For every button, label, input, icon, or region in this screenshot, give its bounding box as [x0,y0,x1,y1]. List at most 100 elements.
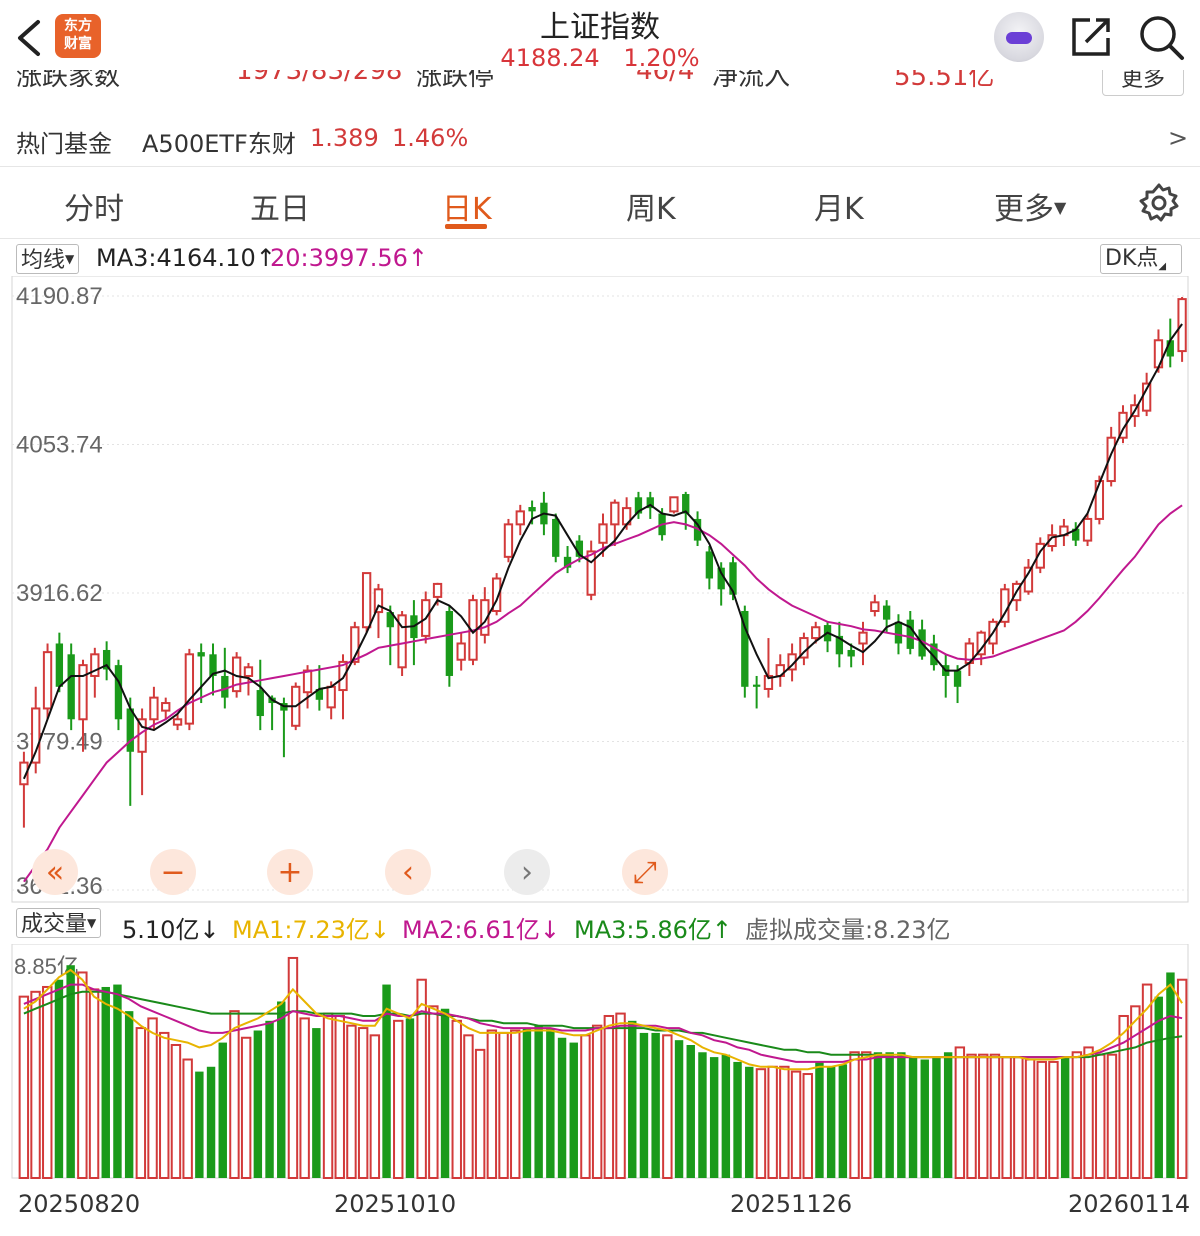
tab-weekly-k[interactable]: 周K [626,184,676,228]
volume-bar-down [651,1032,660,1178]
y-tick-label: 3779.49 [16,729,103,756]
volume-bar-up [287,956,299,1179]
volume-chart[interactable]: 8.85亿 [0,944,1200,1188]
candle-down [67,654,75,720]
candle-up [78,664,88,721]
fund-price: 1.389 [310,124,379,152]
double-left-icon[interactable]: « [32,849,78,895]
volume-bar-up [334,1014,345,1180]
period-tabs: 分时 五日 日K 周K 月K 更多▼ [0,168,1200,238]
candle-up [598,523,608,544]
x-tick-label: 20251126 [730,1190,853,1218]
net-inflow-value: 55.51亿 [894,70,995,92]
y-tick-label: 4053.74 [16,432,103,459]
vol-ma2: MA2:6.61亿↓ [402,916,561,944]
tab-five-day[interactable]: 五日 [250,184,310,228]
volume-bar-down [885,1052,894,1178]
volume-bar-up [779,1065,790,1179]
candle-up [811,626,821,640]
volume-bar-up [790,1070,802,1179]
volume-bar-up [240,1036,252,1179]
candle-up [1094,480,1105,520]
fullscreen-icon[interactable]: ⤢ [622,849,668,895]
volume-bar-down [628,1020,637,1178]
volume-selector[interactable]: 成交量▼ [16,908,102,938]
volume-bar-up [978,1053,989,1179]
volume-bar-up [1071,1051,1083,1179]
nav-button-glyph: − [160,855,185,890]
volume-bar-down [686,1045,695,1178]
adv-dec-label: 涨跌家数 [16,70,121,92]
current-price: 4188.24 [500,44,600,72]
tab-minute[interactable]: 分时 [64,184,124,228]
volume-bar-down [113,984,122,1178]
volume-bar-up [416,978,427,1179]
volume-bar-down [522,1028,532,1178]
nav-button-glyph: ‹ [402,855,414,890]
volume-bar-down [639,1032,649,1178]
hot-fund-row[interactable]: 热门基金 A500ETF东财 1.389 1.46% > [0,120,1200,162]
dk-point-label: DK点 [1105,246,1159,271]
candle-down [445,610,454,676]
candlestick-chart[interactable]: 4190.874053.743916.623779.493642.36«−+‹›… [0,276,1200,906]
zoom-out-icon[interactable]: − [150,849,196,895]
volume-bar-up [451,1019,462,1179]
more-button[interactable]: 更多 [1102,70,1184,96]
candle-down [552,518,560,557]
gear-icon[interactable] [1138,182,1180,224]
caret-down-icon: ▼ [87,916,97,930]
limit-label: 涨跌停 [416,70,495,92]
tab-more[interactable]: 更多▼ [994,184,1066,228]
chart-frame [11,276,1189,903]
candle-up [361,572,372,629]
volume-bar-down [897,1052,906,1178]
candle-up [456,642,466,661]
candle-up [870,601,880,612]
volume-bar-up [369,1034,381,1180]
volume-bar-down [546,1028,555,1178]
indicator-selector[interactable]: 均线▼ [16,244,80,274]
volume-selector-label: 成交量 [21,912,88,937]
volume-bar-up [1001,1056,1012,1179]
candle-up [149,696,159,721]
candle-up [610,501,620,526]
zoom-in-icon[interactable]: + [267,849,313,895]
fund-name: A500ETF东财 [142,130,296,158]
chevron-right-icon[interactable]: > [1168,124,1188,152]
candle-down [528,507,536,512]
vol-ma2-line [23,983,1183,1063]
volume-bar-up [30,990,41,1180]
x-axis: 20250820 20251010 20251126 20260114 [0,1188,1200,1228]
candle-down [114,665,123,720]
volume-bar-up [428,1005,439,1179]
candle-up [326,685,336,709]
tab-daily-k[interactable]: 日K [442,184,492,228]
robot-avatar-icon[interactable] [994,12,1044,62]
volume-bar-up [463,1034,474,1180]
candle-up [515,510,525,526]
volume-bar-up [182,1058,193,1179]
dk-point-button[interactable]: DK点◢ [1100,244,1182,274]
volume-legend-bar: 成交量▼ 5.10亿↓ MA1:7.23亿↓ MA2:6.61亿↓ MA3:5.… [0,906,1200,944]
volume-bar-down [745,1066,754,1178]
volume-bar-down [721,1054,731,1178]
volume-bar-down [1060,1057,1070,1178]
volume-bar-up [147,1017,158,1179]
vol-ma1: MA1:7.23亿↓ [232,916,391,944]
candle-down [221,675,229,698]
volume-bar-down [920,1059,929,1178]
advance-decline-row: 涨跌家数 1973/83/298 涨跌停 46/4 净流入 55.51亿 更多 [0,70,1200,100]
left-icon[interactable]: ‹ [385,849,431,895]
share-icon[interactable] [1068,14,1114,60]
tab-monthly-k[interactable]: 月K [814,184,864,228]
search-icon[interactable] [1136,12,1186,62]
candle-up [161,702,171,712]
right-icon[interactable]: › [504,849,550,895]
volume-bar-up [989,1053,1001,1179]
volume-bar-down [534,1025,543,1178]
ma20-value: 20:3997.56↑ [270,244,428,272]
volume-bar-down [265,1020,274,1178]
volume-bar-up [603,1014,615,1180]
volume-bar-up [170,1044,182,1180]
volume-bar-up [77,971,88,1180]
